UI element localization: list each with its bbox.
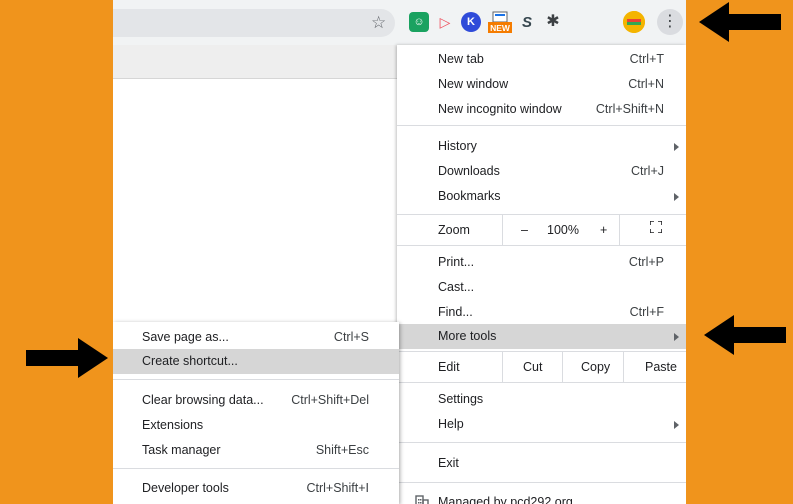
submenu-item-label: Task manager (142, 443, 221, 457)
menu-separator (397, 125, 686, 126)
menu-item-more-tools[interactable]: More tools (397, 324, 686, 349)
submenu-item-label: Create shortcut... (142, 354, 238, 368)
chrome-main-menu: New tab Ctrl+T New window Ctrl+N New inc… (397, 45, 686, 504)
menu-item-shortcut: Ctrl+F (629, 305, 664, 319)
menu-item-new-incognito-window[interactable]: New incognito window Ctrl+Shift+N (397, 97, 686, 122)
menu-separator (397, 245, 686, 246)
menu-item-exit[interactable]: Exit (397, 451, 686, 476)
svg-text:NEW: NEW (490, 23, 511, 33)
zoom-out-button[interactable]: – (521, 223, 528, 237)
menu-item-help[interactable]: Help (397, 412, 686, 437)
menu-item-label: Settings (438, 392, 484, 406)
submenu-item-clear-browsing-data[interactable]: Clear browsing data... Ctrl+Shift+Del (113, 388, 399, 413)
s-extension-icon[interactable]: S (517, 12, 537, 32)
copy-button[interactable]: Copy (581, 360, 610, 374)
menu-item-new-window[interactable]: New window Ctrl+N (397, 72, 686, 97)
menu-item-shortcut: Ctrl+Shift+N (595, 102, 664, 116)
arrow-pointing-left-icon (704, 315, 786, 355)
submenu-item-label: Extensions (142, 418, 204, 432)
managed-by-row: Managed by pcd292.org (397, 490, 686, 504)
menu-item-history[interactable]: History (397, 134, 686, 159)
managed-by-label: Managed by pcd292.org (438, 495, 573, 504)
menu-item-label: Cast... (438, 280, 475, 294)
zoom-in-button[interactable]: + (600, 223, 607, 237)
browser-toolbar: ☆ ☺ ▷ K NEW S ✱ ⋮ (113, 0, 686, 45)
bookmark-star-icon[interactable]: ☆ (371, 14, 386, 31)
edit-row: Edit Cut Copy Paste (397, 352, 686, 382)
menu-item-label: Bookmarks (438, 189, 501, 203)
menu-item-label: More tools (438, 329, 497, 343)
three-dots-vertical-icon: ⋮ (662, 13, 678, 30)
menu-item-shortcut: Ctrl+N (628, 77, 664, 91)
menu-separator (397, 442, 686, 443)
menu-item-label: Print... (438, 255, 475, 269)
smiley-extension-icon[interactable]: ☺ (409, 12, 429, 32)
edit-divider (623, 352, 624, 382)
submenu-item-extensions[interactable]: Extensions (113, 413, 399, 438)
tab-content-header (113, 45, 397, 79)
submenu-arrow-icon (674, 333, 679, 341)
menu-item-shortcut: Ctrl+J (631, 164, 664, 178)
k-extension-icon[interactable]: K (461, 12, 481, 32)
chrome-menu-button[interactable]: ⋮ (657, 9, 683, 35)
new-badge-extension-icon[interactable]: NEW (487, 10, 513, 34)
play-extension-icon[interactable]: ▷ (435, 12, 455, 32)
submenu-item-shortcut: Shift+Esc (315, 443, 369, 457)
menu-item-label: New window (438, 77, 509, 91)
submenu-separator (113, 379, 399, 380)
submenu-item-shortcut: Ctrl+Shift+I (306, 481, 369, 495)
paste-button[interactable]: Paste (645, 360, 677, 374)
zoom-label: Zoom (438, 223, 470, 237)
zoom-divider (502, 215, 503, 245)
menu-item-shortcut: Ctrl+P (628, 255, 664, 269)
submenu-item-shortcut: Ctrl+Shift+Del (291, 393, 369, 407)
menu-item-new-tab[interactable]: New tab Ctrl+T (397, 47, 686, 72)
menu-separator (397, 382, 686, 383)
submenu-arrow-icon (674, 193, 679, 201)
submenu-item-label: Developer tools (142, 481, 229, 495)
submenu-separator (113, 468, 399, 469)
menu-item-find[interactable]: Find... Ctrl+F (397, 300, 686, 325)
submenu-item-task-manager[interactable]: Task manager Shift+Esc (113, 438, 399, 463)
submenu-item-label: Save page as... (142, 330, 229, 344)
menu-separator (397, 482, 686, 483)
submenu-item-label: Clear browsing data... (142, 393, 264, 407)
edit-divider (502, 352, 503, 382)
puzzle-extensions-icon[interactable]: ✱ (543, 12, 563, 32)
browser-window: ☆ ☺ ▷ K NEW S ✱ ⋮ New tab Ctrl+T New win… (113, 0, 686, 504)
zoom-level: 100% (547, 223, 579, 237)
menu-item-shortcut: Ctrl+T (629, 52, 664, 66)
arrow-pointing-right-icon (26, 338, 108, 378)
submenu-item-shortcut: Ctrl+S (333, 330, 369, 344)
menu-item-print[interactable]: Print... Ctrl+P (397, 250, 686, 275)
address-bar[interactable] (113, 9, 395, 37)
edit-divider (562, 352, 563, 382)
edit-label: Edit (438, 360, 460, 374)
submenu-arrow-icon (674, 143, 679, 151)
menu-item-bookmarks[interactable]: Bookmarks (397, 184, 686, 209)
menu-item-settings[interactable]: Settings (397, 387, 686, 412)
menu-item-cast[interactable]: Cast... (397, 275, 686, 300)
building-icon (415, 494, 429, 504)
menu-item-label: New incognito window (438, 102, 562, 116)
zoom-row: Zoom – 100% + (397, 215, 686, 245)
cut-button[interactable]: Cut (523, 360, 542, 374)
menu-item-label: History (438, 139, 477, 153)
submenu-item-save-page-as[interactable]: Save page as... Ctrl+S (113, 325, 399, 350)
submenu-item-create-shortcut[interactable]: Create shortcut... (113, 349, 399, 374)
menu-item-downloads[interactable]: Downloads Ctrl+J (397, 159, 686, 184)
menu-item-label: Find... (438, 305, 473, 319)
submenu-arrow-icon (674, 421, 679, 429)
more-tools-submenu: Save page as... Ctrl+S Create shortcut..… (113, 322, 399, 504)
avatar-icon[interactable] (623, 11, 645, 33)
arrow-pointing-left-icon (699, 2, 781, 42)
menu-item-label: Downloads (438, 164, 500, 178)
menu-item-label: New tab (438, 52, 484, 66)
submenu-item-developer-tools[interactable]: Developer tools Ctrl+Shift+I (113, 476, 399, 501)
menu-item-label: Exit (438, 456, 459, 470)
zoom-divider (619, 215, 620, 245)
fullscreen-icon[interactable] (649, 220, 663, 236)
menu-item-label: Help (438, 417, 464, 431)
